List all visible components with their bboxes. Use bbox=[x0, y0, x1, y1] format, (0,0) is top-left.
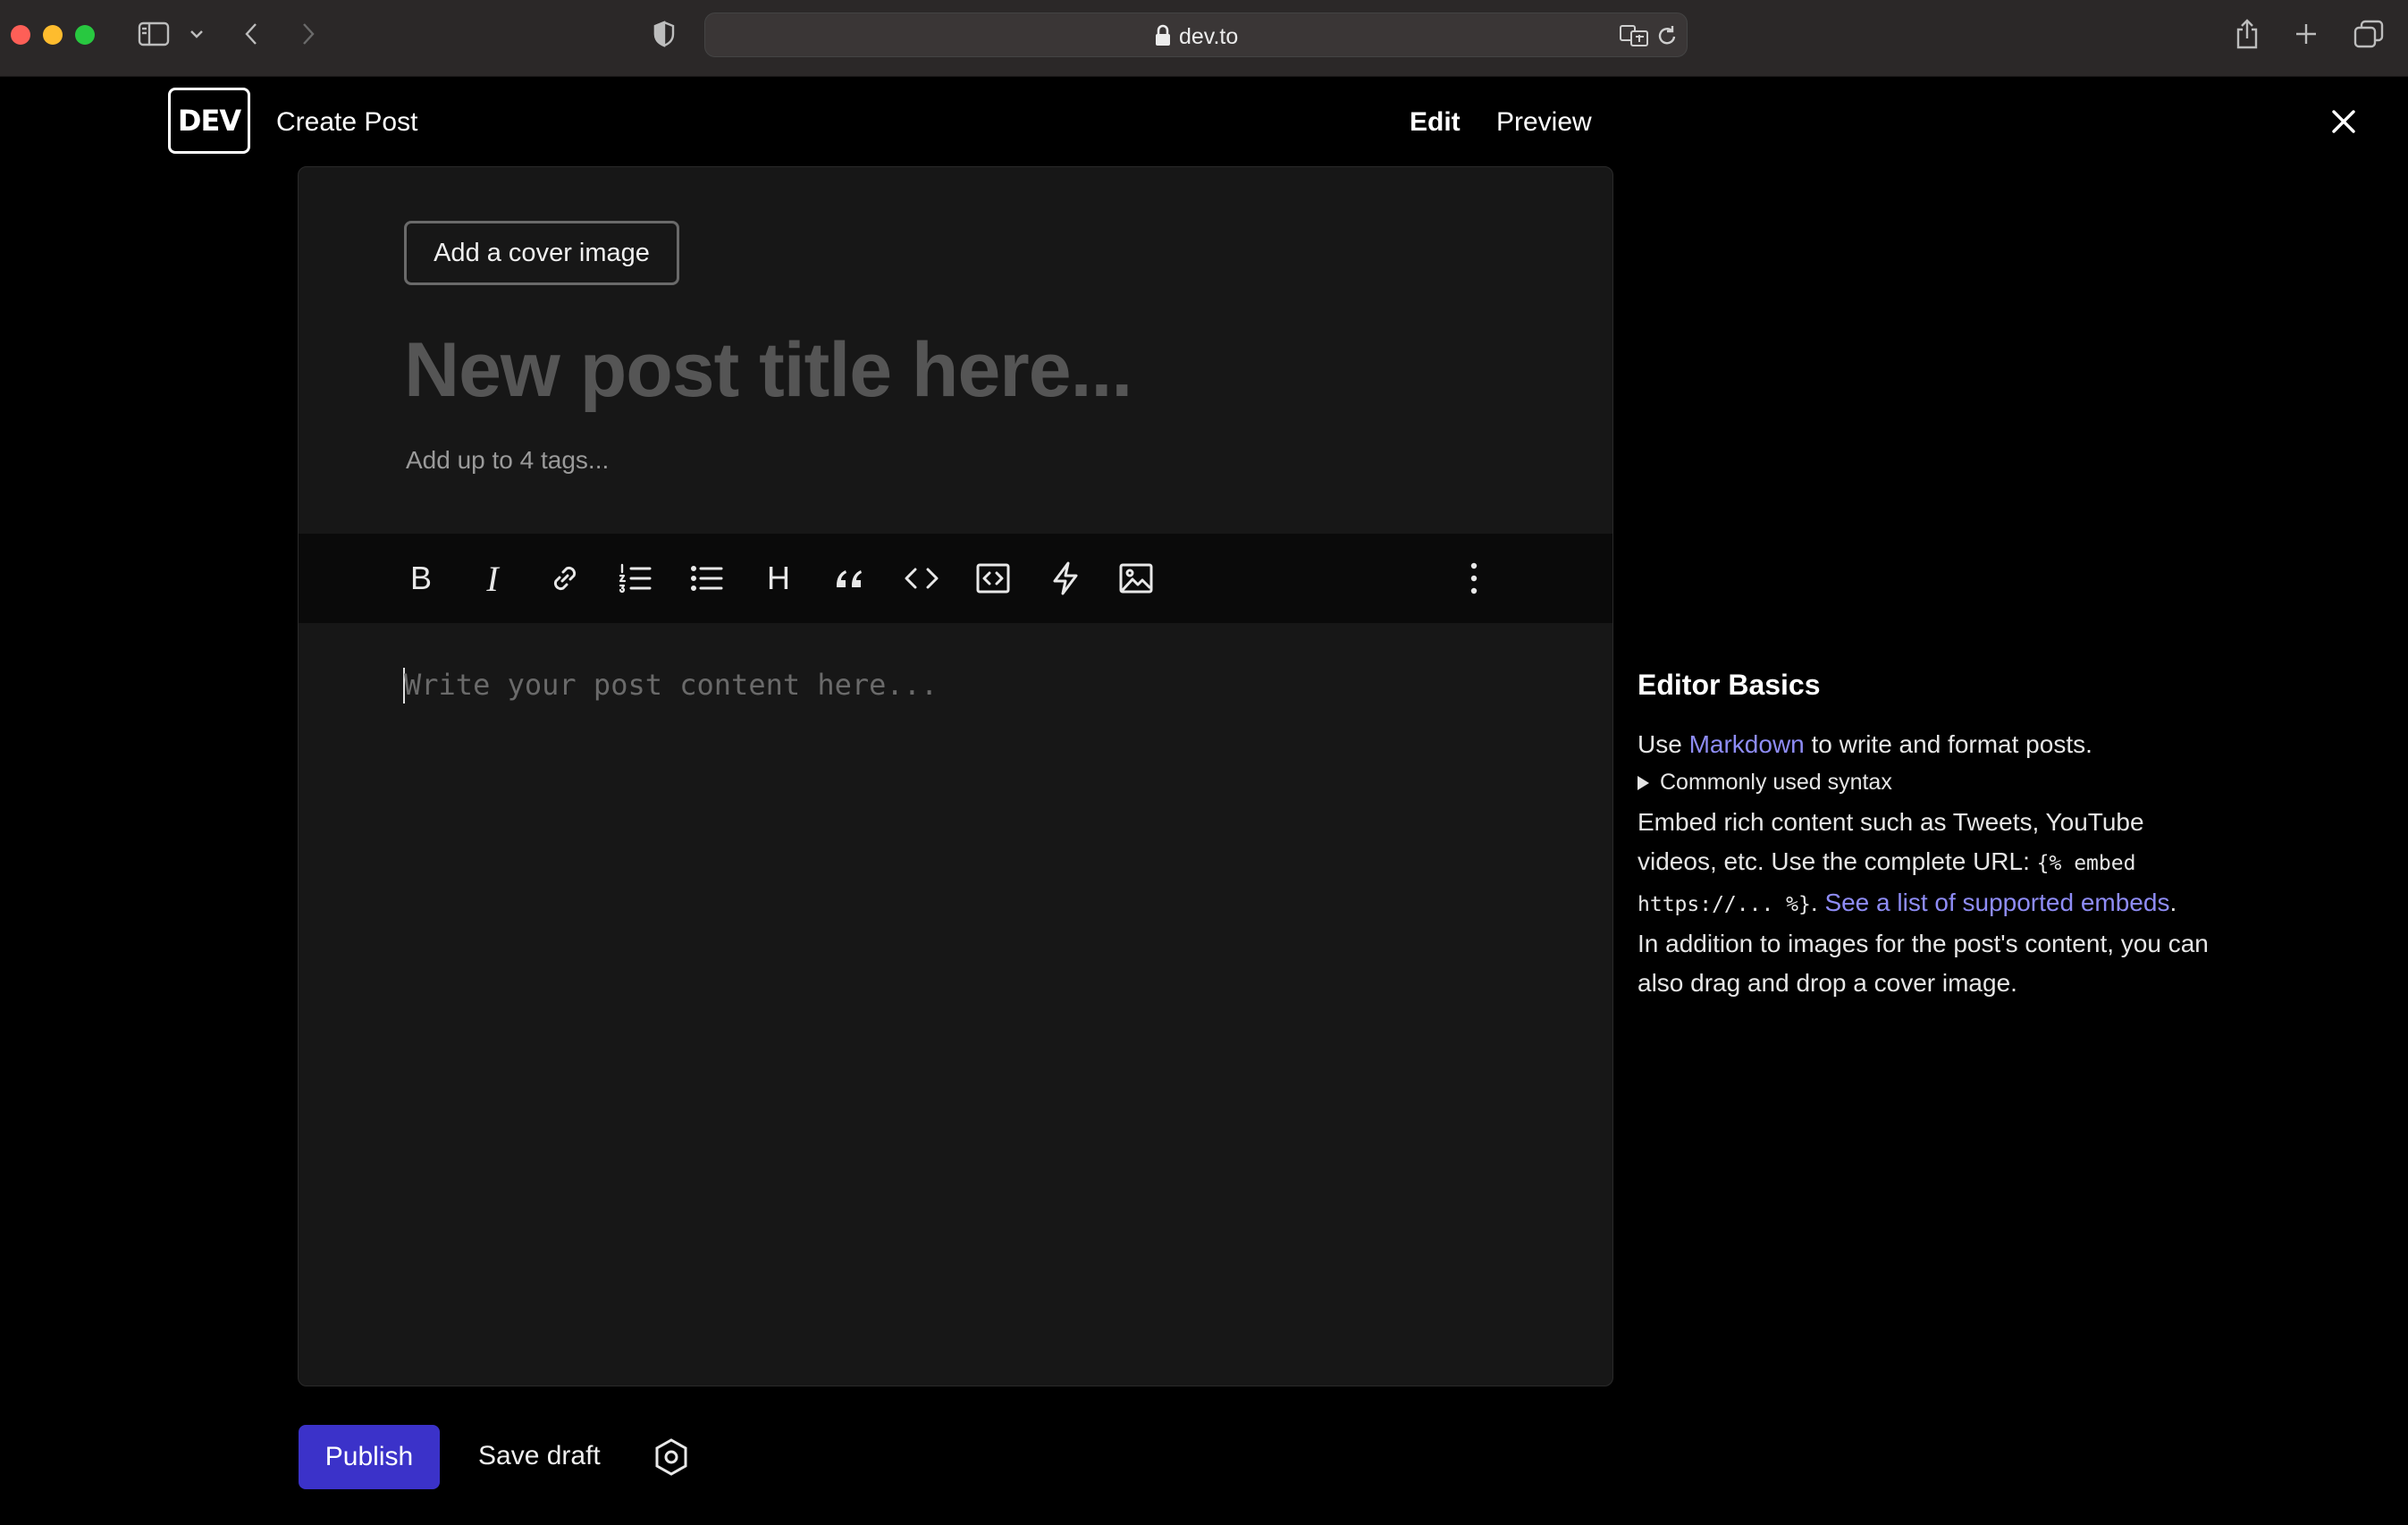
address-bar[interactable]: dev.to bbox=[704, 13, 1688, 57]
reload-icon[interactable] bbox=[1656, 24, 1678, 52]
chevron-down-icon[interactable] bbox=[186, 16, 207, 52]
save-draft-button[interactable]: Save draft bbox=[478, 1441, 601, 1471]
url-text: dev.to bbox=[1179, 24, 1239, 49]
quote-icon[interactable] bbox=[829, 557, 871, 600]
post-body-textarea[interactable]: Write your post content here... bbox=[404, 668, 938, 702]
help-embed-paragraph: Embed rich content such as Tweets, YouTu… bbox=[1638, 803, 2210, 924]
lightning-icon[interactable] bbox=[1044, 557, 1087, 600]
syntax-disclosure[interactable]: Commonly used syntax bbox=[1638, 770, 2210, 796]
syntax-summary-label: Commonly used syntax bbox=[1660, 770, 1892, 795]
disclosure-triangle-icon bbox=[1638, 775, 1649, 790]
editor-card: Add a cover image New post title here...… bbox=[298, 166, 1613, 1386]
help-cover-paragraph: In addition to images for the post's con… bbox=[1638, 930, 2209, 997]
maximize-window-button[interactable] bbox=[75, 25, 95, 45]
supported-embeds-link[interactable]: See a list of supported embeds bbox=[1824, 889, 2169, 916]
post-title-input[interactable]: New post title here... bbox=[404, 326, 1132, 415]
help-text: Use bbox=[1638, 730, 1689, 758]
publish-button[interactable]: Publish bbox=[299, 1425, 440, 1489]
code-block-icon[interactable] bbox=[972, 557, 1015, 600]
code-icon[interactable] bbox=[900, 557, 943, 600]
help-text: . bbox=[1810, 889, 1825, 916]
bold-icon[interactable]: B bbox=[400, 557, 442, 600]
unordered-list-icon[interactable] bbox=[686, 557, 728, 600]
dev-logo[interactable]: DEV bbox=[168, 88, 250, 154]
sidebar-toggle-icon[interactable] bbox=[136, 16, 172, 52]
ordered-list-icon[interactable] bbox=[614, 557, 657, 600]
help-text: . bbox=[2169, 889, 2177, 916]
editor-basics-panel: Editor Basics Use Markdown to write and … bbox=[1638, 669, 2210, 1003]
tags-input[interactable]: Add up to 4 tags... bbox=[406, 446, 609, 475]
link-icon[interactable] bbox=[543, 557, 586, 600]
app-header: DEV Create Post Edit Preview bbox=[0, 77, 2408, 166]
lock-icon bbox=[1154, 24, 1172, 52]
tab-overview-icon[interactable] bbox=[2351, 16, 2387, 52]
tab-edit[interactable]: Edit bbox=[1410, 107, 1461, 138]
back-arrow-icon[interactable] bbox=[238, 16, 265, 52]
close-window-button[interactable] bbox=[11, 25, 30, 45]
new-tab-icon[interactable] bbox=[2290, 16, 2322, 52]
help-heading: Editor Basics bbox=[1638, 669, 1821, 701]
help-markdown-paragraph: Use Markdown to write and format posts. bbox=[1638, 725, 2210, 764]
close-icon[interactable] bbox=[2329, 107, 2358, 140]
translate-icon[interactable] bbox=[1619, 24, 1649, 52]
markdown-link[interactable]: Markdown bbox=[1689, 730, 1805, 758]
tab-preview[interactable]: Preview bbox=[1496, 107, 1592, 138]
heading-icon[interactable]: H bbox=[757, 557, 800, 600]
shield-icon[interactable] bbox=[651, 16, 678, 52]
help-text: to write and format posts. bbox=[1804, 730, 2092, 758]
add-cover-image-button[interactable]: Add a cover image bbox=[404, 221, 679, 285]
forward-arrow-icon[interactable] bbox=[295, 16, 322, 52]
post-settings-icon[interactable] bbox=[653, 1437, 690, 1481]
more-options-icon[interactable] bbox=[1452, 557, 1495, 600]
formatting-toolbar: B I H bbox=[299, 534, 1612, 623]
image-icon[interactable] bbox=[1115, 557, 1158, 600]
share-icon[interactable] bbox=[2231, 16, 2263, 52]
minimize-window-button[interactable] bbox=[43, 25, 63, 45]
browser-toolbar: dev.to bbox=[0, 0, 2408, 77]
italic-icon[interactable]: I bbox=[471, 557, 514, 600]
page-title: Create Post bbox=[276, 107, 418, 137]
